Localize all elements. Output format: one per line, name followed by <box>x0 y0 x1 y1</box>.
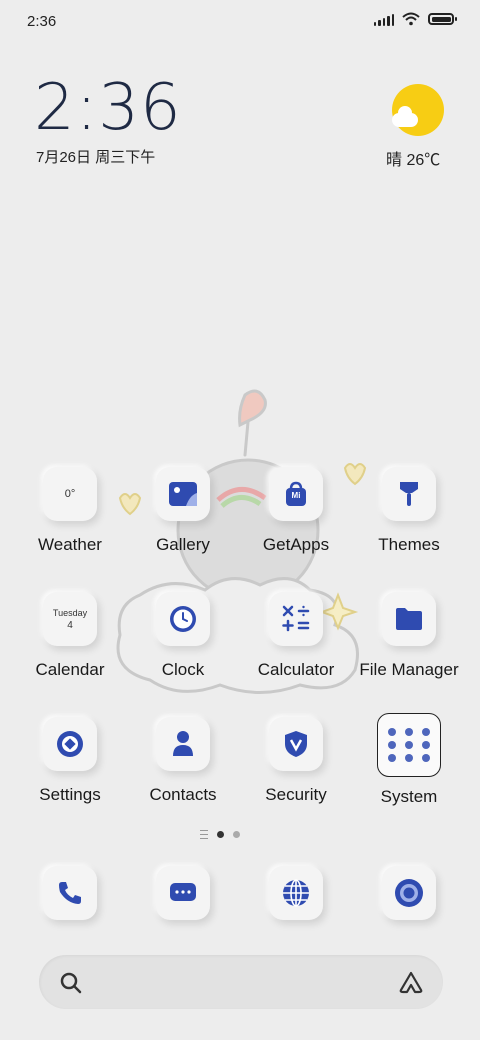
app-clock[interactable]: Clock <box>128 592 238 680</box>
weather-app-icon-temp: 0° <box>64 488 76 500</box>
dock-phone[interactable] <box>15 866 125 920</box>
app-settings[interactable]: Settings <box>15 717 125 805</box>
app-weather[interactable]: 0° Weather <box>15 467 125 555</box>
app-security[interactable]: Security <box>241 717 351 805</box>
app-label-calculator: Calculator <box>257 660 335 679</box>
page-dot-2[interactable] <box>233 831 240 838</box>
app-label-themes: Themes <box>378 535 440 554</box>
status-icons <box>373 12 457 26</box>
app-getapps[interactable]: Mi GetApps <box>241 467 351 555</box>
gallery-icon[interactable] <box>156 467 210 521</box>
phone-icon[interactable] <box>43 866 97 920</box>
dock-browser[interactable] <box>241 866 351 920</box>
weather-cloud-icon <box>392 106 418 127</box>
search-icon[interactable] <box>59 971 83 995</box>
app-file-manager[interactable]: File Manager <box>354 592 464 680</box>
app-label-contacts: Contacts <box>149 785 217 804</box>
folder-grid-icon[interactable] <box>377 713 441 777</box>
app-calculator[interactable]: Calculator <box>241 592 351 680</box>
weather-widget-condition[interactable]: 晴 26℃ <box>386 146 440 170</box>
app-label-security: Security <box>265 785 327 804</box>
page-indicator[interactable] <box>200 830 240 839</box>
clock-widget-time[interactable]: 2:36 <box>34 76 182 140</box>
app-gallery[interactable]: Gallery <box>128 467 238 555</box>
app-label-calendar: Calendar <box>35 660 105 679</box>
gear-icon[interactable] <box>43 717 97 771</box>
app-label-system: System <box>380 787 438 806</box>
battery-icon <box>428 13 457 25</box>
shopping-bag-icon[interactable]: Mi <box>269 467 323 521</box>
person-icon[interactable] <box>156 717 210 771</box>
camera-icon[interactable] <box>382 866 436 920</box>
messages-icon[interactable] <box>156 866 210 920</box>
weather-app-icon[interactable]: 0° <box>43 467 97 521</box>
getapps-icon-text: Mi <box>291 491 301 500</box>
calculator-icon[interactable] <box>269 592 323 646</box>
folder-icon[interactable] <box>382 592 436 646</box>
calendar-day: 4 <box>67 619 73 631</box>
app-contacts[interactable]: Contacts <box>128 717 238 805</box>
wifi-icon <box>402 12 420 26</box>
app-calendar[interactable]: Tuesday 4 Calendar <box>15 592 125 680</box>
app-label-gallery: Gallery <box>156 535 210 554</box>
app-themes[interactable]: Themes <box>354 467 464 555</box>
status-time: 2:36 <box>27 13 57 30</box>
assistant-icon[interactable] <box>397 970 425 994</box>
app-label-weather: Weather <box>38 535 102 554</box>
signal-icon <box>373 12 394 26</box>
calendar-weekday: Tuesday <box>52 607 88 618</box>
clock-icon[interactable] <box>156 592 210 646</box>
paint-brush-icon[interactable] <box>382 467 436 521</box>
app-label-getapps: GetApps <box>262 535 330 554</box>
clock-widget-date[interactable]: 7月26日 周三下午 <box>36 146 155 167</box>
shield-icon[interactable] <box>269 717 323 771</box>
app-drawer-indicator-icon[interactable] <box>200 830 208 839</box>
status-bar: 2:36 <box>0 0 480 40</box>
page-dot-1[interactable] <box>217 831 224 838</box>
search-bar[interactable] <box>39 955 443 1009</box>
app-label-settings: Settings <box>39 785 101 804</box>
calendar-icon[interactable]: Tuesday 4 <box>43 592 97 646</box>
dock-camera[interactable] <box>354 866 464 920</box>
app-label-file-manager: File Manager <box>359 660 459 679</box>
globe-icon[interactable] <box>269 866 323 920</box>
dock-messages[interactable] <box>128 866 238 920</box>
app-system-folder[interactable]: System <box>354 713 464 807</box>
app-label-clock: Clock <box>161 660 205 679</box>
